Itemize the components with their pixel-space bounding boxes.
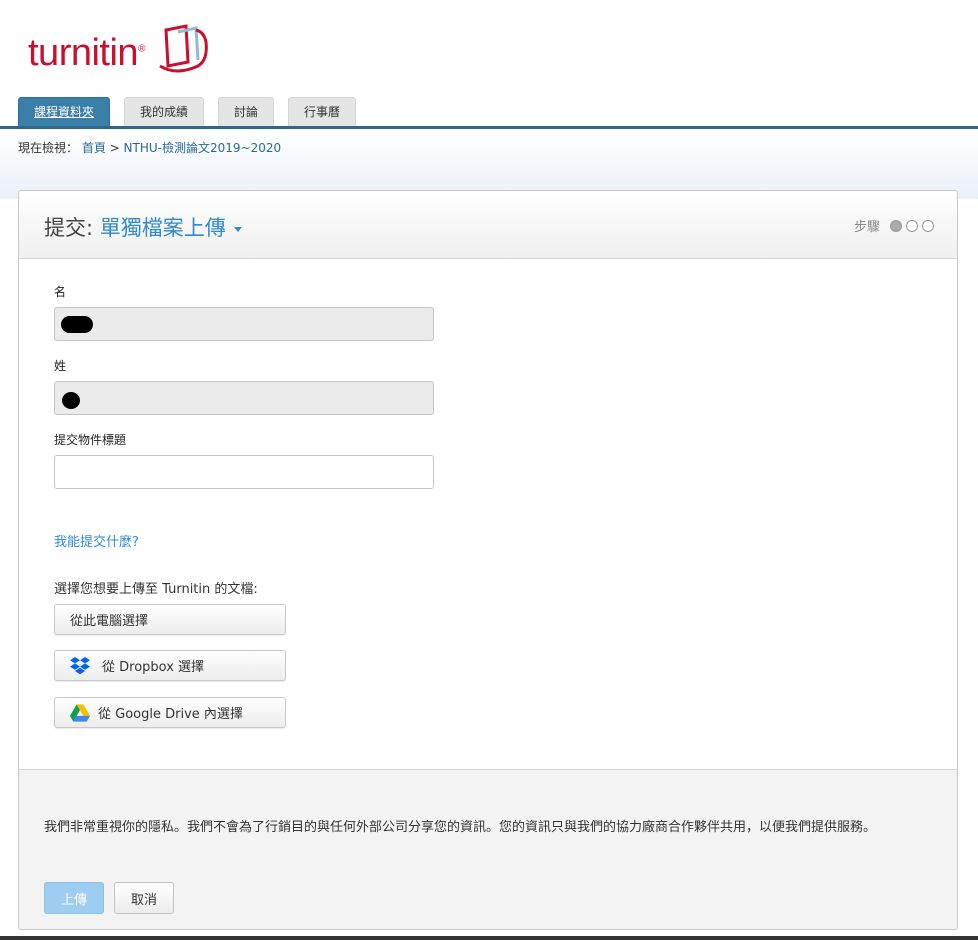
logo-wordmark: turnitin® xyxy=(28,32,145,74)
redacted-last-name xyxy=(62,392,80,409)
google-drive-icon xyxy=(70,703,90,723)
upload-button[interactable]: 上傳 xyxy=(44,882,104,914)
first-name-label: 名 xyxy=(54,285,67,299)
breadcrumb-prefix: 現在檢視： xyxy=(18,141,79,155)
tab-discussion[interactable]: 討論 xyxy=(218,97,275,126)
submission-panel: 提交: 單獨檔案上傳 步驟 名 姓 提交物件標題 我能提交什麼? 選擇您想要上傳… xyxy=(18,190,958,930)
step-dot-2 xyxy=(906,219,918,232)
window-bottom-edge xyxy=(0,936,978,940)
panel-footer: 我們非常重視你的隱私。我們不會為了行銷目的與任何外部公司分享您的資訊。您的資訊只… xyxy=(19,769,957,929)
page-title: 提交: 單獨檔案上傳 xyxy=(44,212,242,242)
dropbox-icon xyxy=(70,656,90,676)
choose-from-computer-button[interactable]: 從此電腦選擇 xyxy=(54,604,286,635)
logo-icon xyxy=(159,24,208,73)
submission-title-input[interactable] xyxy=(54,455,434,489)
choose-file-label: 選擇您想要上傳至 Turnitin 的文檔: xyxy=(54,582,258,597)
upload-mode-label: 單獨檔案上傳 xyxy=(99,216,226,240)
step-dot-1 xyxy=(890,219,902,232)
breadcrumb-current-link[interactable]: NTHU-檢測論文2019~2020 xyxy=(124,141,282,155)
tab-calendar[interactable]: 行事曆 xyxy=(288,97,357,126)
upload-mode-dropdown[interactable]: 單獨檔案上傳 xyxy=(100,216,242,240)
first-name-field xyxy=(54,307,434,341)
choose-from-dropbox-button[interactable]: 從 Dropbox 選擇 xyxy=(54,650,286,681)
cancel-button[interactable]: 取消 xyxy=(114,882,174,914)
step-dot-3 xyxy=(922,219,934,232)
choose-from-dropbox-label: 從 Dropbox 選擇 xyxy=(102,660,205,675)
tab-course-folder[interactable]: 課程資料夾 xyxy=(18,97,111,126)
breadcrumb-home-link[interactable]: 首頁 xyxy=(82,141,106,155)
redacted-first-name xyxy=(61,316,93,333)
submission-title-label: 提交物件標題 xyxy=(54,433,127,447)
privacy-notice: 我們非常重視你的隱私。我們不會為了行銷目的與任何外部公司分享您的資訊。您的資訊只… xyxy=(44,820,877,835)
steps-label: 步驟 xyxy=(853,220,880,235)
submission-form: 名 姓 提交物件標題 xyxy=(54,283,434,489)
choose-from-computer-label: 從此電腦選擇 xyxy=(70,614,149,629)
tab-my-grades[interactable]: 我的成績 xyxy=(124,97,205,126)
panel-header: 提交: 單獨檔案上傳 步驟 xyxy=(19,191,957,259)
breadcrumb: 現在檢視： 首頁 > NTHU-檢測論文2019~2020 xyxy=(18,139,281,156)
breadcrumb-separator: > xyxy=(105,141,124,155)
choose-from-google-drive-label: 從 Google Drive 內選擇 xyxy=(98,707,243,722)
choose-from-google-drive-button[interactable]: 從 Google Drive 內選擇 xyxy=(54,697,286,728)
turnitin-logo: turnitin® xyxy=(28,22,218,82)
caret-down-icon xyxy=(233,226,242,232)
what-can-i-submit-link[interactable]: 我能提交什麼? xyxy=(54,531,139,550)
title-prefix: 提交: xyxy=(44,216,100,240)
main-tabs: 課程資料夾 我的成績 討論 行事曆 xyxy=(18,97,370,127)
last-name-field xyxy=(54,381,434,415)
step-indicator: 步驟 xyxy=(854,216,934,235)
last-name-label: 姓 xyxy=(54,359,67,373)
